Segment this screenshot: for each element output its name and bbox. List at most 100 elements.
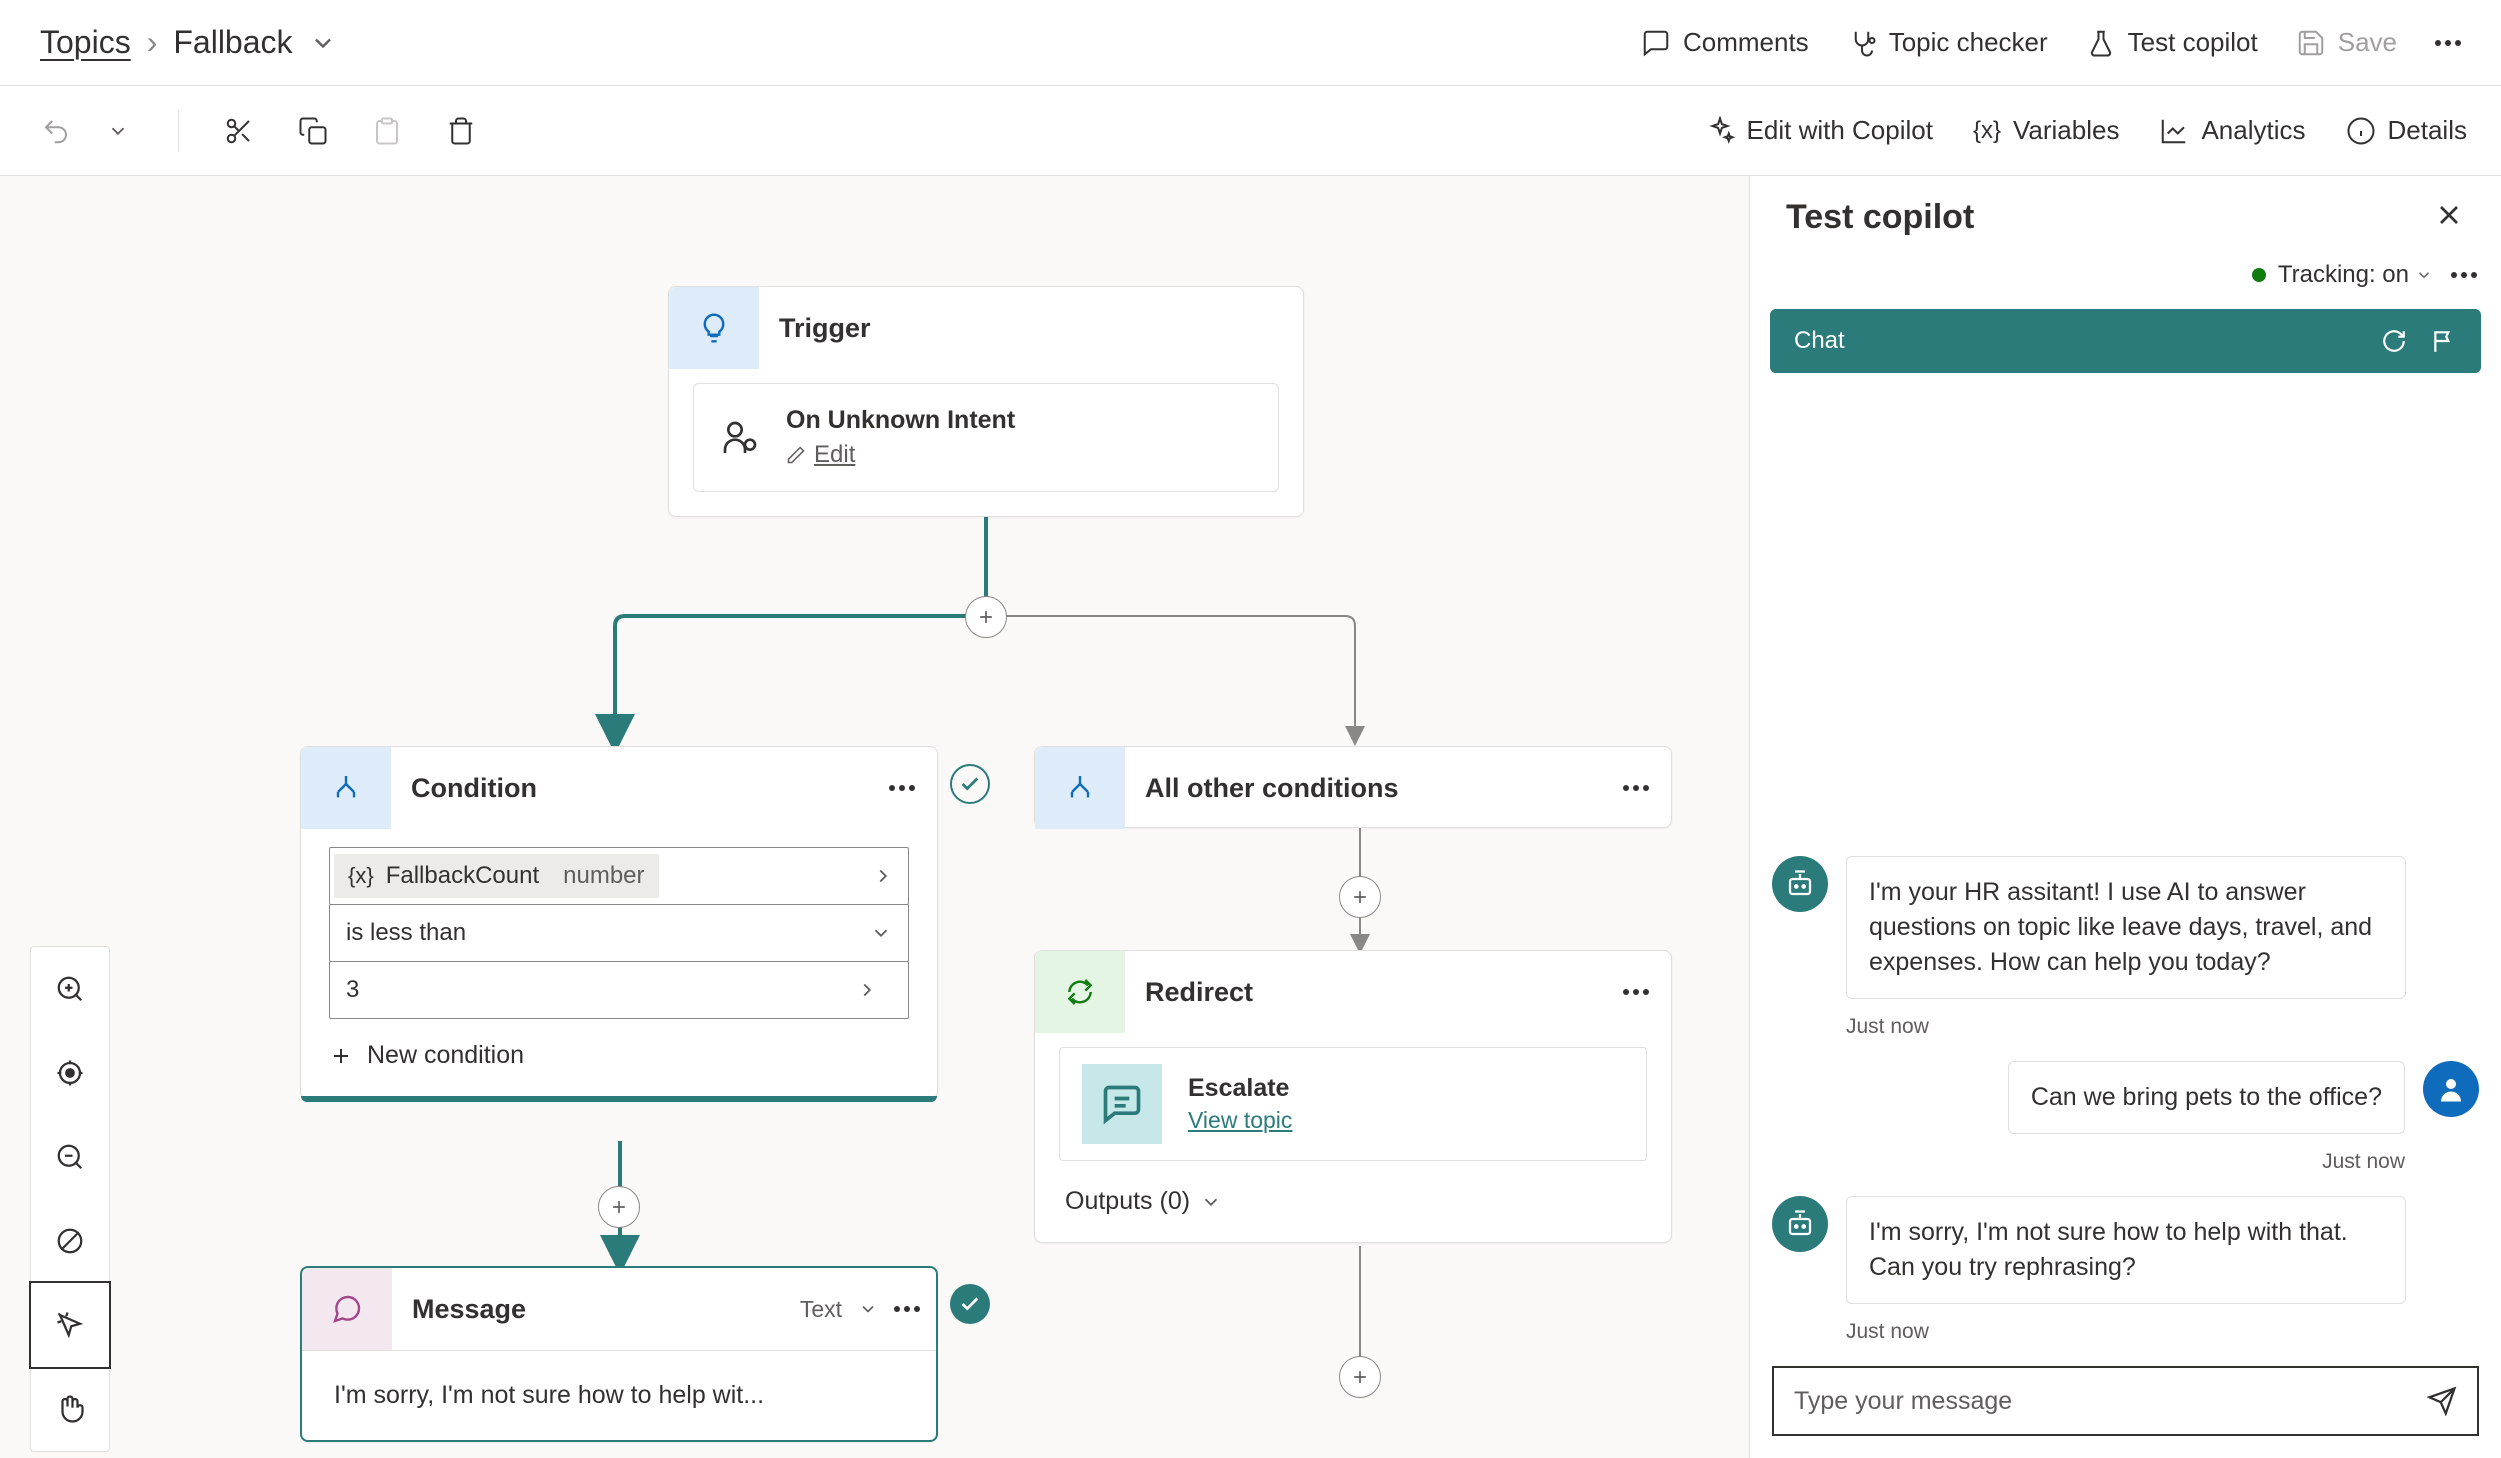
- user-avatar: [2423, 1061, 2479, 1117]
- flag-icon[interactable]: [2431, 328, 2457, 354]
- message-more-button[interactable]: [894, 1306, 920, 1312]
- message-node[interactable]: Message Text I'm sorry, I'm not sure how…: [300, 1266, 938, 1442]
- breadcrumb: Topics › Fallback: [40, 24, 337, 61]
- trigger-node[interactable]: Trigger On Unknown Intent Edit: [668, 286, 1304, 517]
- timestamp: Just now: [1846, 1015, 2479, 1039]
- edit-with-copilot-button[interactable]: Edit with Copilot: [1705, 115, 1933, 146]
- canvas[interactable]: Trigger On Unknown Intent Edit Cond: [0, 176, 1749, 1458]
- chat-input-box[interactable]: [1772, 1366, 2479, 1436]
- plus-icon: [976, 607, 996, 627]
- save-label: Save: [2338, 27, 2397, 58]
- condition-node[interactable]: Condition {x} FallbackCount number is le…: [300, 746, 938, 1099]
- outputs-toggle[interactable]: Outputs (0): [1035, 1161, 1671, 1242]
- clipboard-icon: [372, 116, 402, 146]
- delete-button[interactable]: [439, 109, 483, 153]
- comments-label: Comments: [1683, 27, 1809, 58]
- condition-variable-field[interactable]: {x} FallbackCount number: [329, 847, 909, 905]
- more-button[interactable]: [2435, 40, 2461, 46]
- comments-button[interactable]: Comments: [1641, 27, 1809, 58]
- test-copilot-label: Test copilot: [2128, 27, 2258, 58]
- new-condition-button[interactable]: New condition: [329, 1041, 909, 1070]
- trash-icon: [446, 116, 476, 146]
- selection-tool-button[interactable]: [31, 1283, 109, 1367]
- breadcrumb-current: Fallback: [173, 24, 292, 61]
- chat-label: Chat: [1794, 327, 1845, 355]
- minimap-button[interactable]: [31, 1199, 109, 1283]
- message-format[interactable]: Text: [800, 1296, 842, 1323]
- chevron-down-icon[interactable]: [858, 1299, 878, 1319]
- send-icon[interactable]: [2427, 1386, 2457, 1416]
- edit-trigger-link[interactable]: Edit: [786, 441, 1015, 469]
- pan-tool-button[interactable]: [31, 1367, 109, 1451]
- all-other-conditions-node[interactable]: All other conditions: [1034, 746, 1672, 828]
- bot-avatar: [1772, 856, 1828, 912]
- redirect-more-button[interactable]: [1623, 989, 1649, 995]
- all-other-more-button[interactable]: [1623, 785, 1649, 791]
- cut-button[interactable]: [217, 109, 261, 153]
- timestamp: Just now: [1772, 1150, 2405, 1174]
- topic-checker-button[interactable]: Topic checker: [1847, 27, 2048, 58]
- bot-message: I'm sorry, I'm not sure how to help with…: [1846, 1196, 2406, 1304]
- timestamp: Just now: [1846, 1320, 2479, 1344]
- plus-icon: [329, 1044, 353, 1068]
- test-copilot-pane: Test copilot Tracking: on Chat: [1749, 176, 2501, 1458]
- flask-icon: [2086, 28, 2116, 58]
- tracking-toggle[interactable]: Tracking: on: [2252, 261, 2433, 289]
- redirect-icon: [1064, 976, 1096, 1008]
- add-node-button[interactable]: [1339, 1356, 1381, 1398]
- escalate-icon-box: [1082, 1064, 1162, 1144]
- variables-button[interactable]: {x} Variables: [1973, 115, 2120, 146]
- undo-button: [34, 109, 78, 153]
- sparkle-icon: [1705, 116, 1735, 146]
- zoom-out-button[interactable]: [31, 1115, 109, 1199]
- breadcrumb-root[interactable]: Topics: [40, 24, 131, 61]
- check-icon: [959, 773, 981, 795]
- analytics-button[interactable]: Analytics: [2159, 115, 2305, 146]
- condition-more-button[interactable]: [889, 785, 915, 791]
- user-message: Can we bring pets to the office?: [2008, 1061, 2405, 1134]
- message-preview[interactable]: I'm sorry, I'm not sure how to help wit.…: [302, 1350, 936, 1440]
- status-check-filled-icon: [950, 1284, 990, 1324]
- view-topic-link[interactable]: View topic: [1188, 1107, 1292, 1134]
- message-icon: [331, 1293, 363, 1325]
- redirect-icon-box: [1035, 951, 1125, 1033]
- plus-icon: [609, 1197, 629, 1217]
- add-node-button[interactable]: [598, 1186, 640, 1228]
- braces-icon: {x}: [348, 863, 374, 889]
- chevron-down-icon: [107, 120, 129, 142]
- status-dot: [2252, 268, 2266, 282]
- test-copilot-button[interactable]: Test copilot: [2086, 27, 2258, 58]
- trigger-icon-box: [669, 287, 759, 369]
- bot-icon: [1785, 1209, 1815, 1239]
- chart-icon: [2159, 116, 2189, 146]
- details-button[interactable]: Details: [2346, 115, 2467, 146]
- zoom-in-icon: [55, 974, 85, 1004]
- reset-view-button[interactable]: [31, 1031, 109, 1115]
- chevron-down-icon[interactable]: [309, 29, 337, 57]
- branch-icon: [1064, 772, 1096, 804]
- copy-button[interactable]: [291, 109, 335, 153]
- test-pane-more-button[interactable]: [2451, 272, 2477, 278]
- persona-icon: [720, 418, 760, 458]
- condition-operator-field[interactable]: is less than: [329, 904, 909, 962]
- zoom-in-button[interactable]: [31, 947, 109, 1031]
- save-icon: [2296, 28, 2326, 58]
- stethoscope-icon: [1847, 28, 1877, 58]
- breadcrumb-separator: ›: [147, 24, 158, 61]
- check-icon: [959, 1293, 981, 1315]
- chevron-right-icon: [856, 979, 878, 1001]
- redirect-node[interactable]: Redirect Escalate View topic Outputs (0): [1034, 950, 1672, 1243]
- refresh-icon[interactable]: [2381, 328, 2407, 354]
- close-test-pane-button[interactable]: [2433, 199, 2465, 236]
- add-node-button[interactable]: [1339, 876, 1381, 918]
- condition-value-field[interactable]: 3: [329, 961, 909, 1019]
- condition-operator: is less than: [346, 919, 466, 947]
- trigger-body: On Unknown Intent Edit: [693, 383, 1279, 492]
- locate-icon: [55, 1058, 85, 1088]
- chat-input[interactable]: [1794, 1387, 2427, 1416]
- lightbulb-icon: [698, 312, 730, 344]
- add-node-button[interactable]: [965, 596, 1007, 638]
- zoom-out-icon: [55, 1142, 85, 1172]
- status-check-icon: [950, 764, 990, 804]
- undo-dropdown[interactable]: [96, 109, 140, 153]
